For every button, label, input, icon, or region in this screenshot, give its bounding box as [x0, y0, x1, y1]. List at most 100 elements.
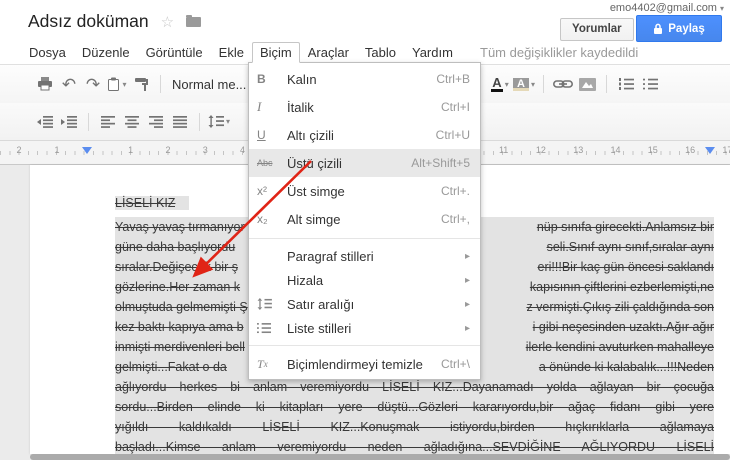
doc-line-right: z vermişti.Çıkış zili çaldığında son	[526, 300, 714, 314]
doc-line-right: ilerle kendini avuturken mahalleye	[525, 340, 714, 354]
menu-separator	[249, 345, 480, 346]
ruler-number: 3	[202, 145, 208, 155]
chevron-down-icon: ▾	[122, 79, 127, 89]
doc-heading-line: LİSELİ KIZ	[115, 196, 190, 210]
strikethrough-icon: Abc	[257, 158, 273, 168]
print-icon[interactable]	[33, 72, 57, 96]
undo-icon[interactable]: ↶	[57, 72, 81, 96]
menu-bar: Dosya Düzenle Görüntüle Ekle Biçim Araçl…	[21, 41, 461, 63]
ruler-number: 1	[54, 145, 60, 155]
menu-item-hizala[interactable]: Hizala ▸	[249, 268, 480, 292]
menu-yardim[interactable]: Yardım	[404, 42, 461, 63]
align-right-icon[interactable]	[144, 110, 168, 134]
menu-bicim[interactable]: Biçim	[251, 41, 300, 63]
doc-line-right: i gibi neşesinden uzaktı.Ağır ağır	[532, 320, 714, 334]
menu-item-ustu-cizili[interactable]: Abc Üstü çizili Alt+Shift+5	[249, 149, 480, 177]
ruler-number: 15	[647, 145, 658, 155]
menu-item-label: İtalik	[287, 99, 314, 115]
menu-item-shortcut: Ctrl+,	[440, 212, 470, 226]
paragraph-style-selector[interactable]: Normal me...	[172, 77, 246, 92]
clear-formatting-x: x	[263, 359, 268, 369]
menu-item-alt-simge[interactable]: x₂ Alt simge Ctrl+,	[249, 205, 480, 233]
ruler-number: 14	[610, 145, 621, 155]
menu-item-shortcut: Ctrl+U	[435, 128, 470, 142]
menu-item-label: Liste stilleri	[287, 320, 352, 336]
menu-item-italik[interactable]: I İtalik Ctrl+I	[249, 93, 480, 121]
menu-araclar[interactable]: Araçlar	[300, 42, 357, 63]
menu-dosya[interactable]: Dosya	[21, 42, 74, 63]
left-indent-marker[interactable]	[82, 147, 92, 154]
account-menu[interactable]: emo4402@gmail.com ▾	[610, 2, 724, 14]
submenu-arrow-icon: ▸	[464, 298, 470, 310]
toolbar-divider	[606, 75, 607, 93]
menu-item-liste-stilleri[interactable]: Liste stilleri ▸	[249, 316, 480, 340]
text-color-icon[interactable]: A ▾	[488, 72, 512, 96]
menu-item-label: Hizala	[287, 272, 324, 288]
menu-ekle[interactable]: Ekle	[211, 42, 252, 63]
bold-icon: B	[257, 72, 266, 86]
menu-item-shortcut: Ctrl+.	[440, 184, 470, 198]
document-title[interactable]: Adsız doküman	[28, 11, 149, 32]
doc-line: yığıldı kaldıkaldı LİSELİ KIZ...Konuşmak…	[115, 417, 714, 437]
doc-line-left: güne daha başlıyordu	[115, 240, 236, 254]
menu-item-kalin[interactable]: B Kalın Ctrl+B	[249, 65, 480, 93]
menu-item-bicimlendirmeyi-temizle[interactable]: Tx Biçimlendirmeyi temizle Ctrl+\	[249, 351, 480, 377]
right-indent-marker[interactable]	[705, 147, 715, 154]
folder-icon[interactable]	[186, 14, 202, 27]
clear-formatting-icon: Tx	[257, 357, 287, 372]
ruler-number: 2	[165, 145, 171, 155]
bulleted-list-icon[interactable]	[638, 72, 662, 96]
star-icon[interactable]: ☆	[161, 13, 174, 31]
menu-item-alti-cizili[interactable]: U Altı çizili Ctrl+U	[249, 121, 480, 149]
clear-formatting-t: T	[257, 356, 264, 371]
increase-indent-icon[interactable]	[57, 110, 81, 134]
doc-line-right: nüp sınıfa girecekti.Anlamsız bir	[536, 220, 714, 234]
format-menu: B Kalın Ctrl+B I İtalik Ctrl+I U Altı çi…	[248, 62, 481, 380]
horizontal-scrollbar[interactable]	[30, 454, 730, 460]
align-center-icon[interactable]	[120, 110, 144, 134]
menu-duzenle[interactable]: Düzenle	[74, 42, 138, 63]
ruler-number: 16	[685, 145, 696, 155]
comments-button[interactable]: Yorumlar	[560, 18, 634, 41]
doc-line-right: seli.Sınıf aynı sınıf,sıralar aynı	[546, 240, 714, 254]
lock-icon	[654, 23, 663, 34]
toolbar-divider	[160, 75, 161, 93]
align-justify-icon[interactable]	[168, 110, 192, 134]
redo-icon[interactable]: ↷	[81, 72, 105, 96]
menu-item-shortcut: Alt+Shift+5	[411, 156, 470, 170]
menu-item-label: Üst simge	[287, 183, 345, 199]
menu-tablo[interactable]: Tablo	[357, 42, 404, 63]
save-status: Tüm değişiklikler kaydedildi	[480, 45, 639, 60]
menu-item-paragraf-stilleri[interactable]: Paragraf stilleri ▸	[249, 244, 480, 268]
menu-item-ust-simge[interactable]: x² Üst simge Ctrl+.	[249, 177, 480, 205]
numbered-list-icon[interactable]	[614, 72, 638, 96]
menu-goruntule[interactable]: Görüntüle	[138, 42, 211, 63]
toolbar-divider	[543, 75, 544, 93]
doc-line-right: a önünde ki kalabalık...!!!Neden	[538, 360, 714, 374]
underline-icon: U	[257, 128, 266, 142]
ruler-number: 13	[573, 145, 584, 155]
submenu-arrow-icon: ▸	[464, 250, 470, 262]
menu-item-shortcut: Ctrl+B	[436, 72, 470, 86]
share-button[interactable]: Paylaş	[636, 15, 722, 42]
superscript-icon: x²	[257, 184, 267, 198]
list-styles-icon	[257, 322, 287, 334]
menu-item-label: Satır aralığı	[287, 296, 355, 312]
insert-link-icon[interactable]	[551, 72, 575, 96]
line-spacing-icon[interactable]: ▾	[207, 110, 231, 134]
highlight-color-icon[interactable]: A ▾	[512, 72, 536, 96]
ruler-number: 12	[535, 145, 546, 155]
chevron-down-icon: ▾	[530, 79, 535, 89]
menu-item-shortcut: Ctrl+\	[440, 357, 470, 371]
align-left-icon[interactable]	[96, 110, 120, 134]
web-clipboard-icon[interactable]: ▾	[105, 72, 129, 96]
google-docs-window: emo4402@gmail.com ▾ Adsız doküman ☆ Yorum…	[0, 0, 730, 460]
decrease-indent-icon[interactable]	[33, 110, 57, 134]
menu-item-label: Kalın	[287, 71, 317, 87]
menu-item-satir-araligi[interactable]: Satır aralığı ▸	[249, 292, 480, 316]
insert-image-icon[interactable]	[575, 72, 599, 96]
doc-line-left: inmişti merdivenleri bell	[115, 340, 245, 354]
paint-format-icon[interactable]	[129, 72, 153, 96]
chevron-down-icon: ▾	[504, 79, 509, 89]
menu-item-label: Altı çizili	[287, 127, 334, 143]
